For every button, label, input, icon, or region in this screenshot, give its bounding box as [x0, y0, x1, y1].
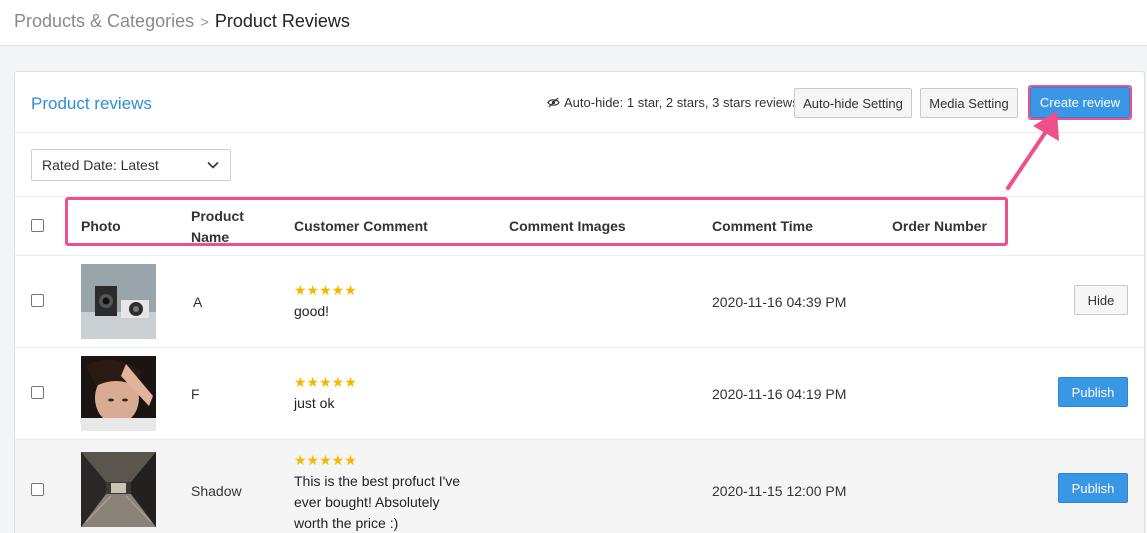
breadcrumb: Products & Categories > Product Reviews — [14, 11, 350, 32]
customer-comment: This is the best profuct I've ever bough… — [294, 471, 460, 533]
auto-hide-note-text: Auto-hide: 1 star, 2 stars, 3 stars revi… — [564, 95, 799, 110]
customer-comment-line: worth the price :) — [294, 515, 399, 531]
auto-hide-setting-button[interactable]: Auto-hide Setting — [794, 88, 912, 118]
auto-hide-note: Auto-hide: 1 star, 2 stars, 3 stars revi… — [547, 95, 799, 110]
hide-button[interactable]: Hide — [1074, 285, 1128, 315]
product-name: A — [193, 294, 203, 310]
breadcrumb-parent[interactable]: Products & Categories — [14, 11, 194, 31]
product-name: Shadow — [191, 483, 242, 499]
reviews-card: Product reviews Auto-hide: 1 star, 2 sta… — [14, 71, 1145, 533]
customer-comment-line: ever bought! Absolutely — [294, 494, 440, 510]
column-order-number: Order Number — [892, 218, 987, 234]
comment-time: 2020-11-15 12:00 PM — [712, 483, 847, 499]
column-photo: Photo — [81, 218, 121, 234]
column-product-name-line2: Name — [191, 229, 230, 245]
create-review-button[interactable]: Create review — [1030, 87, 1130, 118]
rating-stars: ★★★★★ — [294, 282, 357, 298]
customer-comment: good! — [294, 303, 330, 319]
product-photo-camera[interactable] — [81, 264, 156, 339]
table-header: Photo Product Name Customer Comment Comm… — [15, 196, 1144, 256]
column-customer-comment: Customer Comment — [294, 218, 428, 234]
top-bar: Products & Categories > Product Reviews — [0, 0, 1147, 46]
table-row: A ★★★★★ good! 2020-11-16 04:39 PM Hide — [15, 256, 1144, 348]
eye-slash-icon — [547, 97, 560, 108]
breadcrumb-separator: > — [200, 14, 209, 31]
product-name: F — [191, 386, 200, 402]
media-setting-button[interactable]: Media Setting — [920, 88, 1018, 118]
chevron-down-icon — [207, 161, 219, 169]
comment-time: 2020-11-16 04:19 PM — [712, 386, 847, 402]
row-checkbox[interactable] — [31, 386, 44, 399]
column-comment-images: Comment Images — [509, 218, 626, 234]
rating-stars: ★★★★★ — [294, 374, 357, 390]
rating-stars: ★★★★★ — [294, 452, 357, 468]
row-checkbox[interactable] — [31, 483, 44, 496]
sort-select[interactable]: Rated Date: Latest — [31, 149, 231, 181]
customer-comment: just ok — [294, 395, 335, 411]
card-header: Product reviews Auto-hide: 1 star, 2 sta… — [15, 72, 1144, 133]
product-photo-portrait[interactable] — [81, 356, 156, 431]
row-checkbox[interactable] — [31, 294, 44, 307]
page-title: Product reviews — [31, 94, 152, 113]
publish-button[interactable]: Publish — [1058, 473, 1128, 503]
table-row: Shadow ★★★★★ This is the best profuct I'… — [15, 440, 1144, 533]
table-row: F ★★★★★ just ok 2020-11-16 04:19 PM Publ… — [15, 348, 1144, 440]
column-product-name-line1: Product — [191, 208, 244, 224]
sort-select-value: Rated Date: Latest — [42, 157, 159, 173]
select-all-checkbox[interactable] — [31, 219, 44, 232]
customer-comment-line: This is the best profuct I've — [294, 473, 461, 489]
product-photo-corridor[interactable] — [81, 452, 156, 527]
comment-time: 2020-11-16 04:39 PM — [712, 294, 847, 310]
breadcrumb-current: Product Reviews — [214, 11, 350, 31]
publish-button[interactable]: Publish — [1058, 377, 1128, 407]
column-comment-time: Comment Time — [712, 218, 813, 234]
